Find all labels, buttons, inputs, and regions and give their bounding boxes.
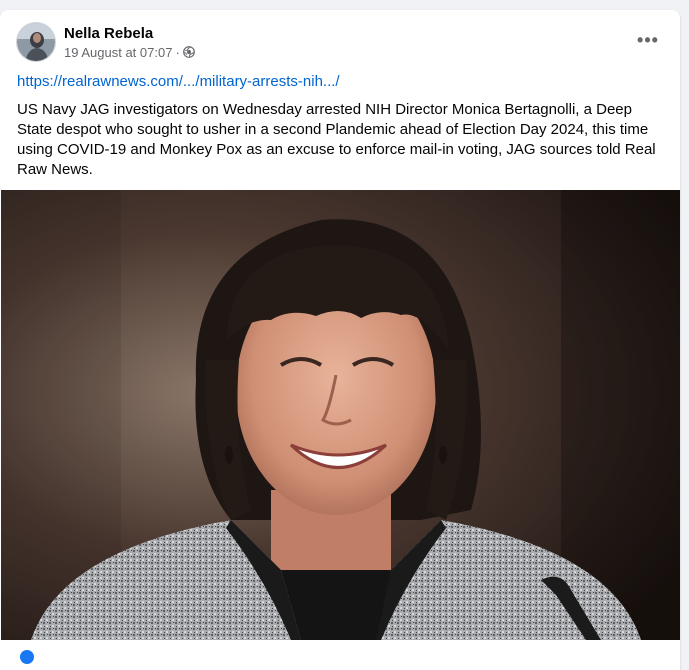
author-avatar[interactable] xyxy=(16,22,56,62)
separator-dot: · xyxy=(175,44,180,60)
post-timestamp[interactable]: 19 August at 07:07 xyxy=(64,44,172,61)
article-link[interactable]: https://realrawnews.com/.../military-arr… xyxy=(17,72,340,92)
post-subline: 19 August at 07:07 · xyxy=(64,44,195,61)
post-meta: Nella Rebela 19 August at 07:07 · xyxy=(64,24,195,61)
post-card: Nella Rebela 19 August at 07:07 · ••• ht… xyxy=(0,10,680,670)
globe-icon[interactable] xyxy=(182,46,195,58)
more-options-button[interactable]: ••• xyxy=(630,26,666,54)
avatar-image-icon xyxy=(17,23,55,61)
post-header: Nella Rebela 19 August at 07:07 · xyxy=(16,22,195,62)
reaction-icon[interactable] xyxy=(20,650,34,664)
post-body-text: US Navy JAG investigators on Wednesday a… xyxy=(17,101,656,178)
post-photo[interactable] xyxy=(1,190,680,640)
author-name[interactable]: Nella Rebela xyxy=(64,24,195,44)
